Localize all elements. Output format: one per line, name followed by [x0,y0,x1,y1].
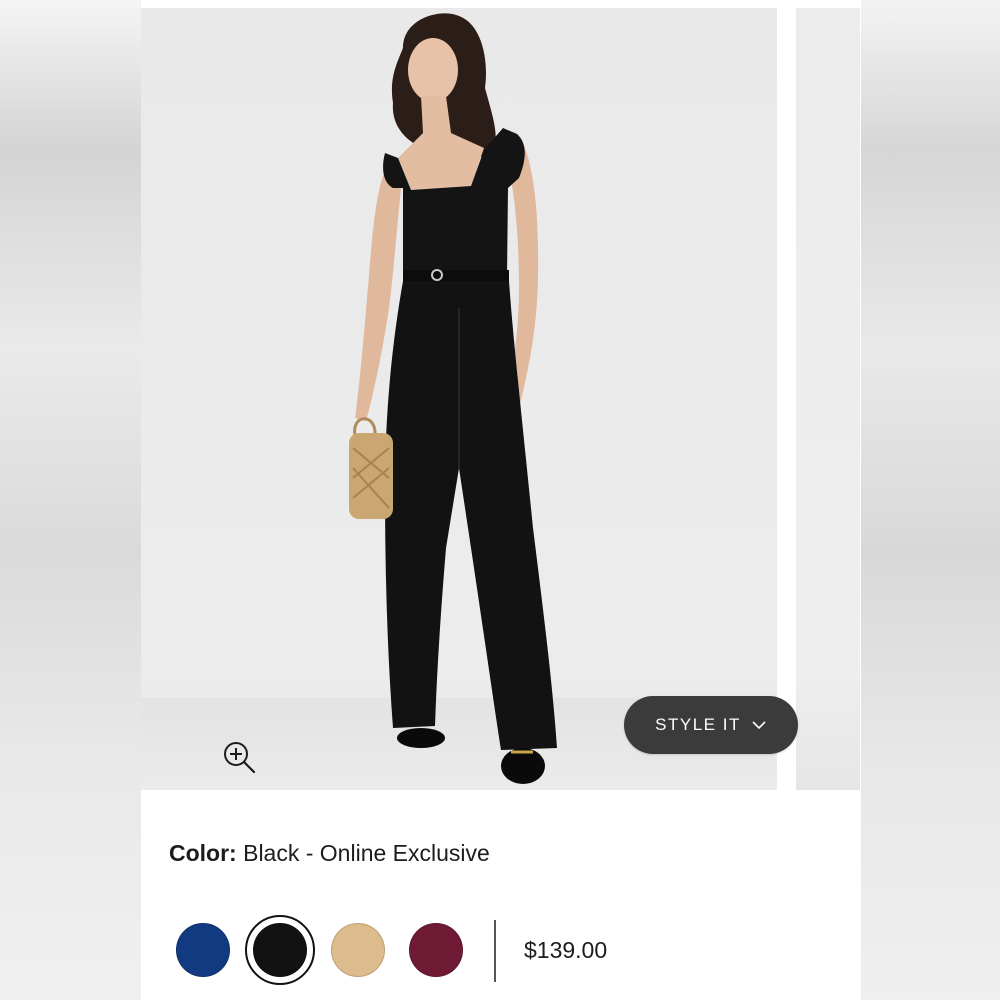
background-right [861,0,1000,1000]
price: $139.00 [524,937,608,963]
style-it-label: STYLE IT [655,715,741,734]
background-left [0,0,141,1000]
divider [494,920,496,982]
product-image[interactable] [141,8,777,790]
swatch-black[interactable] [253,923,307,977]
swatch-navy[interactable] [176,923,230,977]
zoom-in-icon[interactable] [221,739,257,775]
color-label: Color: [169,840,237,866]
model-illustration [349,13,557,784]
swatch-tan[interactable] [331,923,385,977]
style-it-button[interactable]: STYLE IT [624,696,798,754]
swatch-wine[interactable] [409,923,463,977]
chevron-down-icon [752,721,766,730]
next-product-image[interactable] [796,8,860,790]
color-value: Black - Online Exclusive [243,840,490,866]
color-text: Color: Black - Online Exclusive [169,840,490,867]
